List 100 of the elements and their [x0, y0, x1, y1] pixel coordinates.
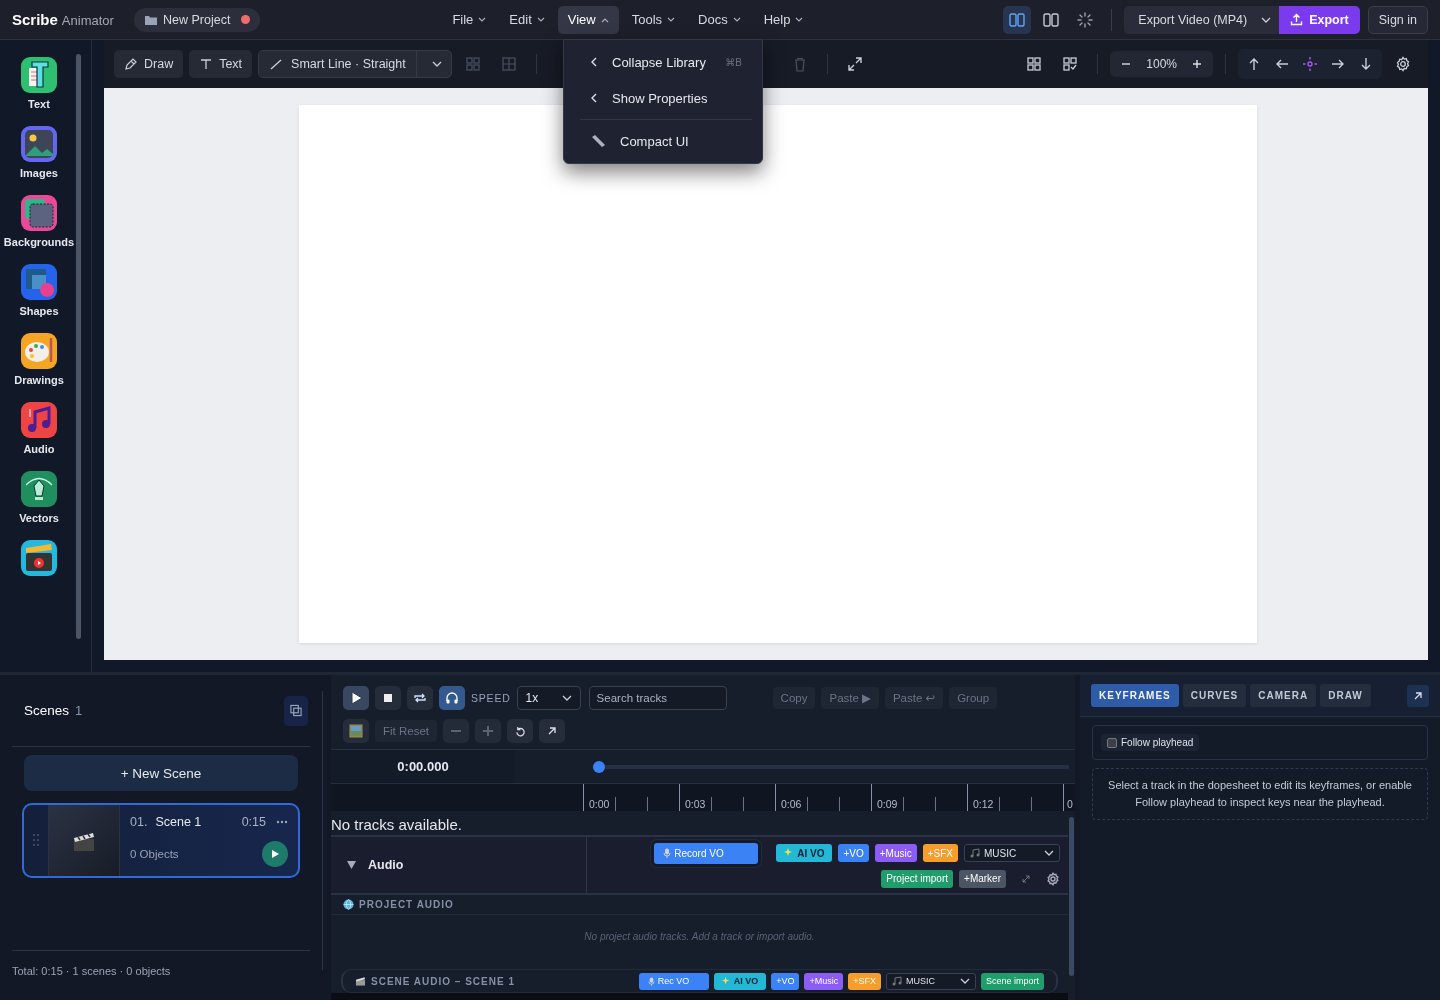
project-button[interactable]: New Project	[134, 7, 261, 32]
ruler-icon	[590, 133, 606, 149]
follow-playhead-checkbox[interactable]: Follow playhead	[1101, 734, 1200, 751]
export-button[interactable]: Export	[1279, 5, 1360, 34]
library-item[interactable]: Drawings	[0, 332, 78, 386]
audio-action-button[interactable]: +Marker	[959, 869, 1006, 888]
grid-icon[interactable]	[1026, 56, 1043, 72]
caret-icon	[478, 16, 487, 23]
drag-handle-icon[interactable]	[32, 833, 40, 847]
fullscreen-icon[interactable]	[846, 56, 863, 72]
canvas-page[interactable]	[298, 105, 1257, 643]
vectors-tile-icon	[20, 470, 58, 508]
collapse-triangle-icon[interactable]	[347, 861, 356, 869]
speed-label: SPEED	[471, 692, 511, 704]
section-title: SCENE AUDIO – SCENE 1	[371, 975, 515, 987]
arrow-right-icon[interactable]	[1331, 57, 1345, 71]
caret-icon	[1044, 850, 1054, 856]
menu-button[interactable]: Docs	[688, 5, 751, 34]
checkbox-label: Follow playhead	[1121, 737, 1194, 748]
library-item[interactable]: Vectors	[0, 470, 78, 524]
new-scene-button[interactable]: + New Scene	[24, 755, 298, 791]
menu-item[interactable]: Show Properties	[572, 80, 754, 116]
audio-action-button[interactable]: +VO	[838, 844, 869, 862]
microphone-icon	[647, 976, 655, 986]
line-icon	[269, 57, 284, 71]
grid-check-icon[interactable]	[1062, 56, 1079, 72]
images-tile-icon	[20, 125, 58, 163]
library-item[interactable]: Images	[0, 125, 78, 179]
settings-icon[interactable]	[1046, 871, 1060, 886]
tick-label: 0:06	[781, 798, 803, 810]
zoom-out-button[interactable]	[443, 719, 469, 743]
play-icon	[349, 691, 363, 705]
menu-item[interactable]: Collapse Library ⌘B	[572, 44, 754, 80]
scenes-summary: Total: 0:15 · 1 scenes · 0 objects	[12, 950, 310, 988]
audio-action-button[interactable]: AI VO	[713, 972, 767, 990]
sign-in-button[interactable]: Sign in	[1367, 5, 1428, 34]
inspector-tab[interactable]: DRAW	[1320, 684, 1371, 707]
scene-card[interactable]: 01. Scene 1 0:15 0 Objects	[22, 803, 300, 878]
inspector-tab[interactable]: KEYFRAMES	[1091, 684, 1179, 707]
stop-button[interactable]	[375, 686, 401, 710]
resize-icon[interactable]	[1022, 874, 1030, 883]
caret-icon	[431, 61, 442, 67]
search-field[interactable]: Search tracks	[588, 686, 727, 710]
library-item[interactable]: Backgrounds	[0, 194, 78, 248]
menu-button[interactable]: View	[557, 5, 619, 34]
loop-button[interactable]	[407, 686, 433, 710]
more-icon[interactable]	[276, 820, 288, 824]
menu-button[interactable]: File	[442, 5, 497, 34]
play-scene-button[interactable]	[262, 841, 288, 867]
audio-action-button[interactable]: +Music	[804, 972, 844, 990]
menu-button[interactable]: Tools	[621, 5, 686, 34]
play-button[interactable]	[343, 686, 369, 710]
arrow-left-icon[interactable]	[1275, 57, 1289, 71]
menu-item[interactable]: Compact UI	[572, 123, 754, 159]
center-icon[interactable]	[1303, 57, 1317, 71]
inspector-tab[interactable]: CURVES	[1182, 684, 1247, 707]
menu-button[interactable]: Help	[753, 5, 814, 34]
track-type-select[interactable]: MUSIC	[964, 844, 1060, 862]
scene-name: Scene 1	[155, 815, 202, 829]
headphones-button[interactable]	[439, 686, 465, 710]
library-item[interactable]: Text	[0, 56, 78, 110]
audio-action-button[interactable]: AI VO	[776, 844, 833, 862]
inspector-tab[interactable]: CAMERA	[1250, 684, 1317, 707]
duplicate-button[interactable]	[284, 695, 308, 726]
format-select[interactable]: Export Video (MP4)	[1124, 5, 1280, 34]
checkbox[interactable]	[1107, 737, 1117, 748]
pen-icon	[124, 57, 138, 71]
thumbnail-button[interactable]	[343, 719, 369, 743]
arrow-down-icon[interactable]	[1359, 57, 1373, 71]
scenes-title: Scenes	[24, 703, 70, 718]
scrollbar[interactable]	[76, 54, 81, 639]
caret-icon	[600, 16, 609, 23]
audio-action-button[interactable]: +Music	[874, 844, 917, 862]
text-tool-button[interactable]: Text	[189, 50, 253, 78]
clapperboard-icon	[355, 976, 366, 986]
caret-icon	[795, 16, 804, 23]
globe-icon	[343, 899, 354, 910]
audio-action-button[interactable]: +VO	[771, 972, 800, 990]
settings-icon[interactable]	[1395, 56, 1411, 72]
arrow-up-icon[interactable]	[1247, 57, 1261, 71]
scrollbar[interactable]	[1069, 817, 1074, 976]
plus-icon	[482, 725, 494, 737]
playhead-handle[interactable]	[593, 760, 605, 773]
library-item[interactable]: Shapes	[0, 263, 78, 317]
stop-icon	[384, 694, 392, 702]
layout-toggle[interactable]	[1003, 5, 1032, 34]
tick-label: 0:03	[685, 798, 707, 810]
loading-icon[interactable]	[1077, 11, 1094, 28]
image-icon	[349, 724, 363, 738]
expand-button[interactable]	[539, 719, 565, 743]
speed-select[interactable]: 1x	[516, 686, 581, 710]
chevron-left-icon	[590, 93, 598, 103]
library-item[interactable]: Audio	[0, 401, 78, 455]
audio-action-button[interactable]: Rec VO	[638, 972, 709, 990]
track-type-select[interactable]: MUSIC	[885, 972, 976, 990]
columns-icon	[1043, 12, 1060, 27]
pop-out-button[interactable]	[1407, 684, 1429, 707]
reset-button[interactable]	[507, 719, 533, 743]
draw-tool-button[interactable]: Draw	[114, 50, 184, 78]
menu-button[interactable]: Edit	[499, 5, 555, 34]
